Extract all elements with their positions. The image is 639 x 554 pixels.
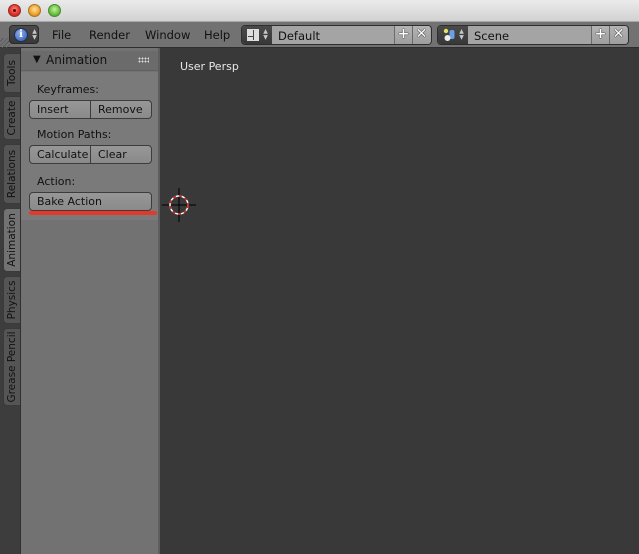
updown-arrows-icon: ▲ ▼ [32,28,37,41]
calculate-motion-paths-button[interactable]: Calculate [30,146,90,163]
updown-arrows-icon: ▲ ▼ [263,28,268,41]
clear-motion-paths-button[interactable]: Clear [90,146,151,163]
screen-layout-selector[interactable]: ▲ ▼ Default + ✕ [241,25,432,45]
screen-layout-dropdown[interactable]: ▲ ▼ [242,26,272,44]
editor-type-selector[interactable]: i ▲ ▼ [9,25,39,44]
animation-panel-header[interactable]: ▼ Animation [21,51,158,71]
scene-dropdown[interactable]: ▲ ▼ [438,26,468,44]
screen-layout-name[interactable]: Default [278,29,320,43]
window-maximize-button[interactable] [48,4,61,17]
keyframes-button-row: Insert Remove [29,100,152,119]
tab-relations[interactable]: Relations [3,144,20,204]
tab-physics[interactable]: Physics [3,276,20,324]
insert-keyframe-button[interactable]: Insert [30,101,90,118]
tab-grease-pencil[interactable]: Grease Pencil [3,328,20,406]
scene-selector[interactable]: ▲ ▼ Scene + ✕ [437,25,629,45]
drag-grip-icon[interactable] [138,57,149,63]
updown-arrows-icon: ▲ ▼ [459,28,464,41]
window-close-button[interactable] [8,4,21,17]
3d-cursor-icon [162,188,196,222]
remove-keyframe-button[interactable]: Remove [90,101,151,118]
keyframes-label: Keyframes: [37,83,99,96]
scene-name[interactable]: Scene [474,29,509,43]
action-label: Action: [37,175,76,188]
tab-tools[interactable]: Tools [3,53,20,93]
menu-file[interactable]: File [52,28,71,42]
menu-help[interactable]: Help [204,28,230,42]
triangle-down-icon: ▼ [33,54,41,65]
bake-action-button[interactable]: Bake Action [30,193,151,210]
close-x-icon[interactable]: ✕ [609,26,627,44]
window-minimize-button[interactable] [28,4,41,17]
plus-icon[interactable]: + [591,26,609,44]
tab-create[interactable]: Create [3,96,20,140]
action-button-row: Bake Action [29,192,152,211]
close-x-icon[interactable]: ✕ [412,26,430,44]
menu-render[interactable]: Render [89,28,130,42]
panel-title: Animation [46,53,108,67]
motion-paths-label: Motion Paths: [37,128,112,141]
highlight-underline [29,211,157,215]
info-icon: i [14,28,28,42]
menu-window[interactable]: Window [145,28,190,42]
tool-tabs: Tools Create Relations Animation Physics… [0,48,21,554]
view-label: User Persp [180,60,239,73]
screen-layout-icon [247,29,259,41]
motion-paths-button-row: Calculate Clear [29,145,152,164]
plus-icon[interactable]: + [394,26,412,44]
info-header: i ▲ ▼ File Render Window Help ▲ ▼ Default … [0,22,639,48]
3d-viewport[interactable]: User Persp [160,48,639,554]
tool-shelf: ▼ Animation Keyframes: Insert Remove Mot… [21,48,160,554]
scene-icon [443,28,455,41]
tab-animation[interactable]: Animation [3,208,20,272]
animation-panel-body: Keyframes: Insert Remove Motion Paths: C… [21,72,158,220]
window-title-bar [0,0,639,22]
